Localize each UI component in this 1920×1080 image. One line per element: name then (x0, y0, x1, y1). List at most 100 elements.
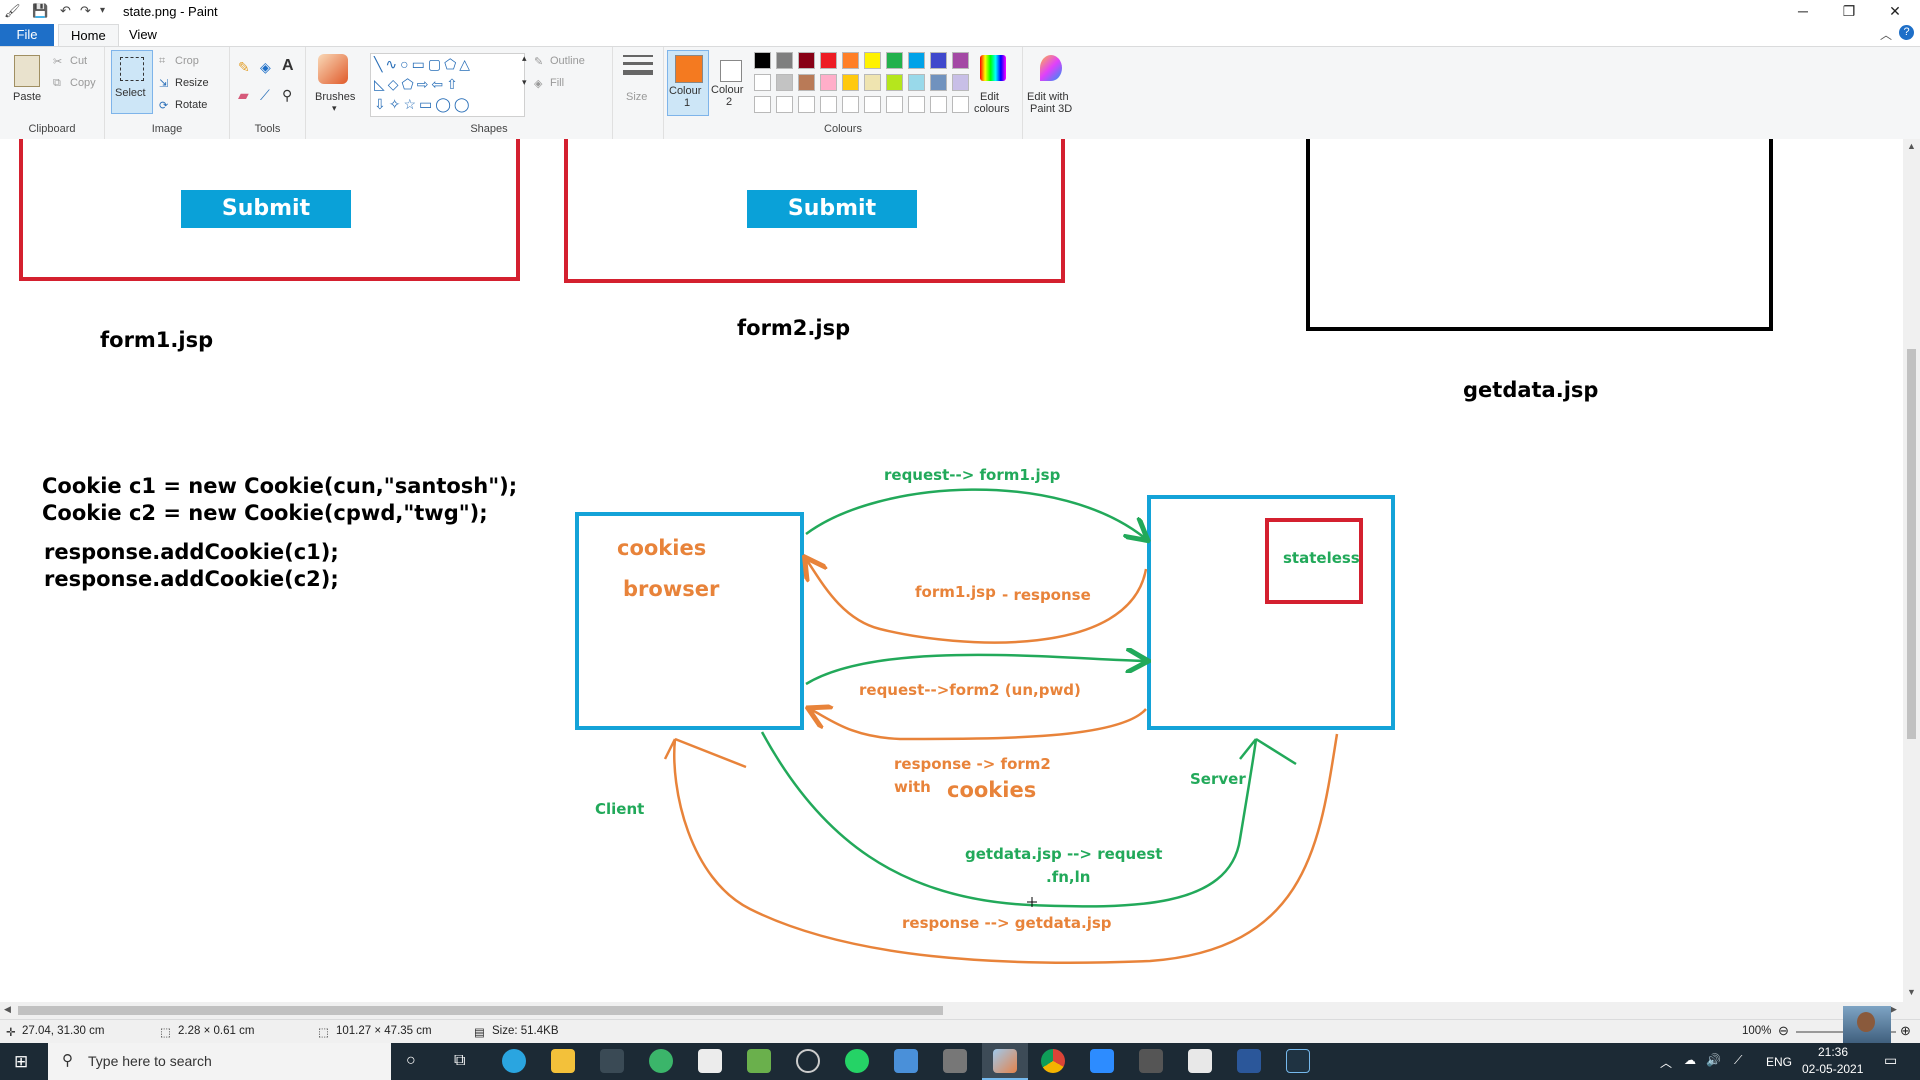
paint-taskbar-button[interactable] (982, 1043, 1028, 1080)
onedrive-icon[interactable]: ☁ (1684, 1053, 1696, 1067)
palette-swatch[interactable] (908, 96, 925, 113)
zoom-out-icon[interactable]: ⊖ (1778, 1023, 1789, 1039)
close-button[interactable]: ✕ (1872, 0, 1918, 22)
collapse-ribbon-icon[interactable]: ︿ (1880, 26, 1892, 43)
tab-home[interactable]: Home (58, 24, 119, 47)
palette-swatch[interactable] (842, 96, 859, 113)
palette-swatch[interactable] (864, 96, 881, 113)
shapes-scroll-icon[interactable]: ▴ (522, 53, 527, 64)
rotate-button[interactable]: Rotate (175, 99, 207, 111)
word-icon[interactable] (1237, 1049, 1261, 1073)
palette-swatch[interactable] (908, 74, 925, 91)
network-icon[interactable]: ⟋ (1734, 1053, 1742, 1068)
paint3d-group[interactable]: Edit with Paint 3D (1022, 47, 1082, 139)
tab-view[interactable]: View (117, 24, 169, 46)
colour2-button[interactable]: Colour 2 (710, 50, 750, 114)
colour-palette[interactable] (754, 52, 974, 116)
fill-button[interactable]: Fill (550, 77, 564, 89)
shapes-gallery[interactable]: ╲∿○▭▢⬠△ ◺◇⬠⇨⇦⇧ ⇩✧☆▭◯◯ (370, 53, 525, 117)
pencil-icon[interactable]: ✎ (238, 59, 250, 76)
scroll-up-icon[interactable]: ▲ (1907, 141, 1916, 151)
cut-button[interactable]: Cut (70, 55, 87, 67)
palette-swatch[interactable] (776, 96, 793, 113)
color-picker-icon[interactable]: ⟋ (260, 87, 270, 104)
palette-swatch[interactable] (864, 52, 881, 69)
shapes-scroll-down-icon[interactable]: ▾ (522, 77, 527, 88)
palette-swatch[interactable] (908, 52, 925, 69)
text-icon[interactable]: A (282, 57, 294, 75)
horizontal-scrollbar[interactable]: ◀ ▶ (0, 1002, 1920, 1019)
maximize-button[interactable]: ❐ (1826, 0, 1872, 22)
tray-chevron-icon[interactable]: ︿ (1660, 1054, 1672, 1071)
customize-toolbar-icon[interactable]: ▾ (100, 5, 105, 16)
chrome-icon[interactable] (1041, 1049, 1065, 1073)
calculator-icon[interactable] (894, 1049, 918, 1073)
fill-icon[interactable]: ◈ (260, 59, 271, 76)
horizontal-scroll-thumb[interactable] (18, 1006, 943, 1015)
crop-button[interactable]: Crop (175, 55, 199, 67)
palette-swatch[interactable] (930, 96, 947, 113)
scroll-right-icon[interactable]: ▶ (1890, 1004, 1897, 1015)
palette-swatch[interactable] (930, 52, 947, 69)
palette-swatch[interactable] (798, 74, 815, 91)
whatsapp-icon[interactable] (845, 1049, 869, 1073)
notepad-icon[interactable] (747, 1049, 771, 1073)
file-explorer-icon[interactable] (551, 1049, 575, 1073)
palette-swatch[interactable] (886, 74, 903, 91)
canvas[interactable]: Submit Submit form1.jsp form2.jsp getdat… (0, 139, 1903, 1002)
volume-icon[interactable]: 🔊 (1706, 1053, 1721, 1067)
magnifier-icon[interactable]: ⚲ (282, 87, 292, 104)
zoom-in-icon[interactable]: ⊕ (1900, 1023, 1911, 1039)
notifications-icon[interactable]: ▭ (1884, 1052, 1897, 1069)
palette-swatch[interactable] (952, 52, 969, 69)
vertical-scrollbar[interactable]: ▲ ▼ (1903, 139, 1920, 1002)
palette-swatch[interactable] (820, 52, 837, 69)
resize-button[interactable]: Resize (175, 77, 209, 89)
palette-swatch[interactable] (886, 52, 903, 69)
copy-button[interactable]: Copy (70, 77, 96, 89)
redo-icon[interactable]: ↷ (80, 3, 91, 19)
palette-swatch[interactable] (952, 96, 969, 113)
clock-time[interactable]: 21:36 (1818, 1045, 1848, 1059)
tab-file[interactable]: File (0, 24, 54, 46)
task-view-icon[interactable]: ⧉ (454, 1052, 465, 1070)
taskbar-search[interactable]: ⚲ Type here to search (48, 1043, 391, 1080)
taskbar-app-3-icon[interactable] (796, 1049, 820, 1073)
size-group[interactable]: Size (613, 47, 664, 139)
palette-swatch[interactable] (952, 74, 969, 91)
java-icon[interactable] (1188, 1049, 1212, 1073)
camera-icon[interactable] (1139, 1049, 1163, 1073)
scroll-down-icon[interactable]: ▼ (1907, 987, 1916, 997)
minimize-button[interactable]: ─ (1780, 0, 1826, 22)
palette-swatch[interactable] (754, 74, 771, 91)
language-indicator[interactable]: ENG (1766, 1055, 1792, 1069)
help-icon[interactable]: ? (1899, 25, 1914, 40)
edit-colours-icon[interactable] (980, 55, 1006, 81)
palette-swatch[interactable] (754, 96, 771, 113)
taskbar-app-icon[interactable] (600, 1049, 624, 1073)
clock-date[interactable]: 02-05-2021 (1802, 1062, 1863, 1076)
undo-icon[interactable]: ↶ (60, 3, 71, 19)
palette-swatch[interactable] (798, 52, 815, 69)
palette-swatch[interactable] (842, 74, 859, 91)
palette-swatch[interactable] (886, 96, 903, 113)
palette-swatch[interactable] (776, 52, 793, 69)
outline-button[interactable]: Outline (550, 55, 585, 67)
save-icon[interactable]: 💾 (32, 3, 48, 19)
select-button[interactable]: Select (111, 50, 153, 114)
palette-swatch[interactable] (864, 74, 881, 91)
eraser-icon[interactable]: ▰ (238, 87, 249, 104)
palette-swatch[interactable] (842, 52, 859, 69)
palette-swatch[interactable] (930, 74, 947, 91)
store-icon[interactable] (698, 1049, 722, 1073)
palette-swatch[interactable] (776, 74, 793, 91)
paste-button[interactable]: Paste (13, 91, 41, 103)
palette-swatch[interactable] (820, 96, 837, 113)
cortana-icon[interactable]: ○ (406, 1052, 416, 1070)
vertical-scroll-thumb[interactable] (1907, 349, 1916, 739)
windows-start-icon[interactable]: ⊞ (14, 1052, 28, 1072)
taskbar-app-5-icon[interactable] (1286, 1049, 1310, 1073)
telegram-icon[interactable] (502, 1049, 526, 1073)
palette-swatch[interactable] (754, 52, 771, 69)
palette-swatch[interactable] (820, 74, 837, 91)
